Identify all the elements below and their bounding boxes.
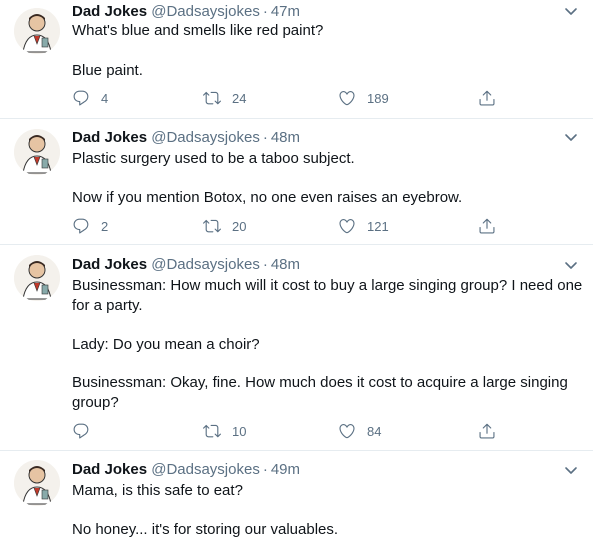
tweet-actions: 10 84 (72, 421, 512, 441)
author-name[interactable]: Dad Jokes (72, 129, 147, 146)
chevron-down-icon (565, 134, 577, 141)
tweet[interactable]: Dad Jokes @Dadsaysjokes · 49m Mama, is thi… (0, 451, 593, 543)
tweet-content: Dad Jokes @Dadsaysjokes · 47m What's blue … (72, 0, 565, 118)
tweet-content: Dad Jokes @Dadsaysjokes · 49m Mama, is thi… (72, 451, 565, 543)
author-name[interactable]: Dad Jokes (72, 3, 147, 20)
separator-dot: · (262, 461, 268, 478)
tweet-content: Dad Jokes @Dadsaysjokes · 48m Plastic surg… (72, 119, 565, 244)
separator-dot: · (262, 256, 268, 273)
tweet-header: Dad Jokes @Dadsaysjokes · 49m (72, 460, 300, 480)
reply-icon (73, 90, 89, 106)
share-icon (479, 423, 495, 439)
like-button[interactable]: 189 (338, 88, 389, 108)
tweet-text-line: Businessman: How much will it cost to bu… (72, 277, 583, 294)
author-name[interactable]: Dad Jokes (72, 461, 147, 478)
heart-icon (339, 91, 355, 106)
like-count: 189 (367, 90, 389, 106)
tweet-header: Dad Jokes @Dadsaysjokes · 48m (72, 128, 300, 148)
timestamp[interactable]: 47m (271, 3, 300, 20)
chevron-down-icon (565, 467, 577, 474)
tweet-actions: 4 24 189 (72, 88, 512, 108)
tweet[interactable]: Dad Jokes @Dadsaysjokes · 47m What's blue … (0, 0, 593, 119)
author-handle[interactable]: @Dadsaysjokes (151, 3, 260, 20)
share-button[interactable] (478, 216, 496, 236)
chevron-down-icon (565, 8, 577, 15)
author-name[interactable]: Dad Jokes (72, 256, 147, 273)
chevron-down-icon (565, 262, 577, 269)
tweet-actions: 2 20 121 (72, 216, 512, 236)
retweet-icon (203, 219, 221, 233)
share-button[interactable] (478, 88, 496, 108)
tweet-text-line: Mama, is this safe to eat? (72, 482, 243, 499)
avatar[interactable] (14, 129, 60, 175)
more-menu-button[interactable] (563, 3, 579, 19)
author-handle[interactable]: @Dadsaysjokes (151, 256, 260, 273)
reply-button[interactable]: 4 (72, 88, 108, 108)
like-count: 84 (367, 423, 382, 439)
retweet-icon (203, 91, 221, 105)
tweet[interactable]: Dad Jokes @Dadsaysjokes · 48m Plastic surg… (0, 119, 593, 245)
retweet-count: 20 (232, 218, 247, 234)
tweet-header: Dad Jokes @Dadsaysjokes · 48m (72, 255, 300, 275)
reply-button[interactable] (72, 421, 101, 441)
reply-icon (73, 218, 89, 234)
tweet-text-line: What's blue and smells like red paint? (72, 22, 324, 39)
author-handle[interactable]: @Dadsaysjokes (151, 461, 260, 478)
reply-count: 2 (101, 218, 109, 234)
timestamp[interactable]: 48m (271, 256, 300, 273)
like-button[interactable]: 121 (338, 216, 389, 236)
heart-icon (339, 424, 355, 439)
separator-dot: · (262, 3, 268, 20)
timestamp[interactable]: 49m (271, 461, 300, 478)
retweet-button[interactable]: 20 (203, 216, 246, 236)
avatar[interactable] (14, 8, 60, 54)
reply-icon (73, 423, 89, 439)
more-menu-button[interactable] (563, 462, 579, 478)
tweet-content: Dad Jokes @Dadsaysjokes · 48m Businessman:… (72, 245, 582, 450)
share-icon (479, 90, 495, 106)
tweet[interactable]: Dad Jokes @Dadsaysjokes · 48m Businessman:… (0, 245, 593, 451)
retweet-icon (203, 424, 221, 438)
avatar[interactable] (14, 460, 60, 506)
timestamp[interactable]: 48m (271, 129, 300, 146)
heart-icon (339, 219, 355, 234)
retweet-count: 10 (232, 423, 247, 439)
more-menu-button[interactable] (563, 129, 579, 145)
tweet-text-line: for a party. (72, 297, 143, 314)
separator-dot: · (262, 129, 268, 146)
share-icon (479, 218, 495, 234)
tweet-header: Dad Jokes @Dadsaysjokes · 47m (72, 2, 300, 22)
share-button[interactable] (478, 421, 496, 441)
retweet-button[interactable]: 24 (203, 88, 246, 108)
more-menu-button[interactable] (563, 257, 579, 273)
like-count: 121 (367, 218, 389, 234)
timeline-feed: Dad Jokes @Dadsaysjokes · 47m What's blue … (0, 0, 593, 543)
tweet-text-line: Lady: Do you mean a choir? (72, 336, 260, 353)
author-handle[interactable]: @Dadsaysjokes (151, 129, 260, 146)
avatar[interactable] (14, 255, 60, 301)
reply-count: 4 (101, 90, 109, 106)
tweet-text-line: No honey... it's for storing our valuabl… (72, 521, 339, 538)
tweet-text-line: Now if you mention Botox, no one even ra… (72, 189, 463, 206)
tweet-text-line: Blue paint. (72, 62, 143, 79)
tweet-text-line: group? (72, 394, 119, 411)
reply-button[interactable]: 2 (72, 216, 108, 236)
like-button[interactable]: 84 (338, 421, 381, 441)
retweet-count: 24 (232, 90, 247, 106)
retweet-button[interactable]: 10 (203, 421, 246, 441)
tweet-text-line: Businessman: Okay, fine. How much does i… (72, 374, 568, 391)
tweet-text-line: Plastic surgery used to be a taboo subje… (72, 150, 355, 167)
